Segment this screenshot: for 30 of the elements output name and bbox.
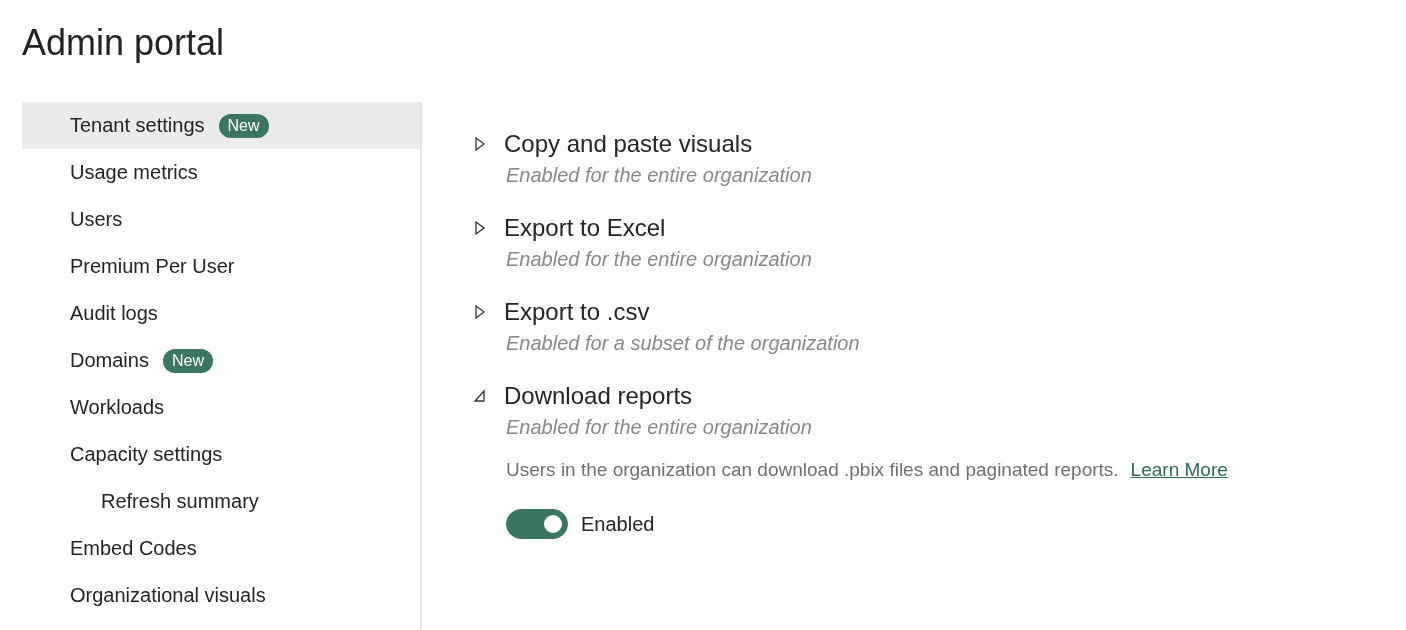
caret-icon[interactable] [474, 137, 486, 151]
nav-item[interactable]: Users [22, 196, 420, 243]
caret-icon[interactable] [474, 221, 486, 235]
setting-title[interactable]: Copy and paste visuals [504, 130, 753, 158]
nav-item[interactable]: Embed Codes [22, 525, 420, 572]
nav-item[interactable]: Premium Per User [22, 243, 420, 290]
nav-item[interactable]: Capacity settings [22, 431, 420, 478]
nav-item[interactable]: Refresh summary [22, 478, 420, 525]
nav-item[interactable]: Tenant settings New [22, 102, 420, 149]
nav-item[interactable]: Workloads [22, 384, 420, 431]
setting-status: Enabled for the entire organization [506, 416, 813, 439]
caret-icon[interactable] [474, 305, 486, 319]
setting-title[interactable]: Export to .csv [504, 298, 650, 326]
nav-item[interactable]: Audit logs [22, 290, 420, 337]
toggle-label: Enabled [581, 512, 655, 536]
setting-title[interactable]: Export to Excel [504, 214, 666, 242]
setting-status: Enabled for the entire organization [506, 248, 813, 271]
setting-status: Enabled for the entire organization [506, 164, 813, 187]
new-badge: New [218, 113, 269, 138]
nav-item[interactable]: Organizational visuals [22, 572, 420, 619]
setting-status: Enabled for a subset of the organization [506, 332, 861, 355]
caret-icon[interactable] [474, 389, 486, 403]
toggle-switch[interactable] [506, 509, 568, 539]
new-badge: New [162, 348, 213, 373]
setting-title[interactable]: Download reports [504, 382, 693, 410]
learn-more-link[interactable]: Learn More [1130, 459, 1228, 481]
page-title: Admin portal [21, 21, 226, 65]
setting-description: Users in the organization can download .pbix files and paginated reports. [506, 459, 1119, 481]
nav-item[interactable]: Usage metrics [22, 149, 420, 196]
nav-item[interactable]: Domains New [22, 337, 420, 384]
